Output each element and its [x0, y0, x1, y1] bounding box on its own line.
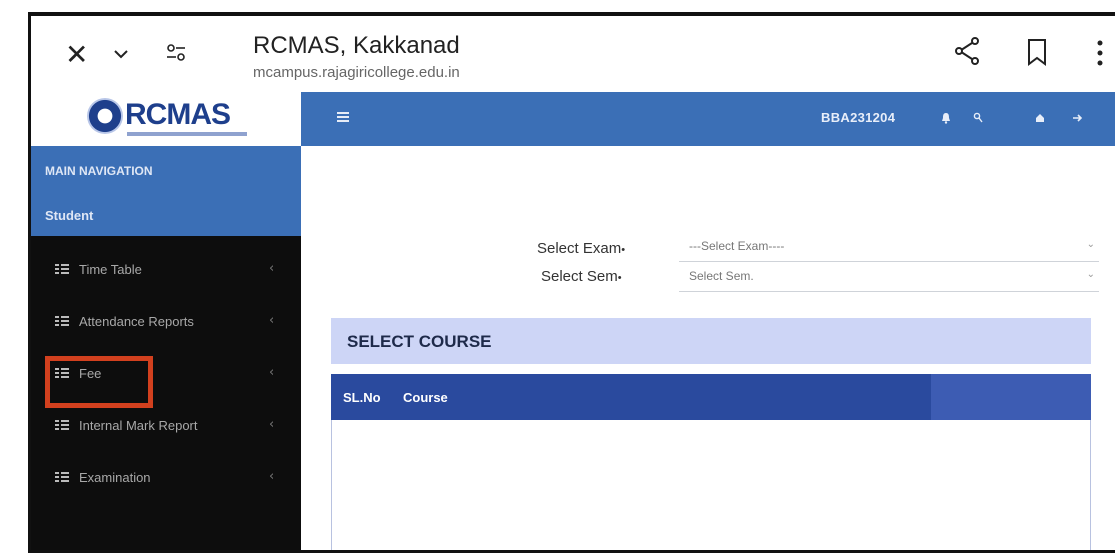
chevron-left-icon: ‹	[269, 313, 275, 328]
sidebar-item-examination[interactable]: Examination ‹	[31, 464, 301, 494]
sem-label: Select Sem•	[541, 268, 622, 285]
column-header-course[interactable]: Course	[403, 390, 448, 405]
column-header-sl-no[interactable]: SL.No	[343, 390, 381, 405]
chevron-down-icon[interactable]	[113, 46, 129, 62]
search-icon[interactable]	[973, 112, 983, 124]
logout-icon[interactable]	[1071, 112, 1083, 124]
page-title: RCMAS, Kakkanad	[253, 32, 460, 59]
home-icon[interactable]	[1035, 112, 1045, 124]
sidebar-section-student[interactable]: Student	[31, 188, 301, 236]
site-settings-icon[interactable]	[165, 42, 187, 64]
close-icon[interactable]: ✕	[65, 38, 88, 71]
college-emblem-icon	[87, 98, 123, 134]
grid-icon	[55, 264, 69, 276]
screenshot-frame: ✕ RCMAS, Kakkanad mcampus.rajagiricolleg…	[28, 12, 1115, 553]
exam-select[interactable]: ---Select Exam---- ⌄	[679, 234, 1099, 262]
chevron-left-icon: ‹	[269, 261, 275, 276]
logo-tagline	[127, 132, 247, 136]
chevron-left-icon: ‹	[269, 417, 275, 432]
sidebar: RCMAS MAIN NAVIGATION Student Time Table…	[31, 92, 301, 550]
course-table-header: SL.No Course	[331, 374, 1091, 420]
exam-select-value: ---Select Exam----	[689, 239, 785, 253]
chevron-left-icon: ‹	[269, 365, 275, 380]
sem-select[interactable]: Select Sem. ⌄	[679, 264, 1099, 292]
sidebar-item-attendance-reports[interactable]: Attendance Reports ‹	[31, 308, 301, 338]
chevron-down-icon: ⌄	[1086, 269, 1095, 280]
exam-label: Select Exam•	[537, 240, 626, 257]
main-navigation-header: MAIN NAVIGATION	[31, 146, 301, 188]
bell-icon[interactable]	[941, 112, 951, 124]
sidebar-item-label: Attendance Reports	[79, 314, 194, 329]
select-course-header: SELECT COURSE	[331, 318, 1091, 364]
chevron-down-icon: ⌄	[1086, 239, 1095, 250]
sidebar-item-time-table[interactable]: Time Table ‹	[31, 256, 301, 286]
browser-toolbar: ✕ RCMAS, Kakkanad mcampus.rajagiricolleg…	[31, 16, 1115, 92]
fee-highlight-annotation	[45, 356, 153, 408]
sidebar-item-label: Time Table	[79, 262, 142, 277]
user-id: BBA231204	[821, 110, 896, 125]
sidebar-item-label: Internal Mark Report	[79, 418, 198, 433]
logo-text: RCMAS	[125, 98, 231, 131]
logo[interactable]: RCMAS	[31, 92, 301, 146]
course-table-body	[331, 420, 1091, 550]
grid-icon	[55, 316, 69, 328]
grid-icon	[55, 472, 69, 484]
sidebar-item-internal-mark-report[interactable]: Internal Mark Report ‹	[31, 412, 301, 442]
sidebar-item-label: Examination	[79, 470, 151, 485]
app-header: BBA231204	[301, 92, 1115, 146]
page-url[interactable]: mcampus.rajagiricollege.edu.in	[253, 64, 460, 81]
chevron-left-icon: ‹	[269, 469, 275, 484]
sem-select-value: Select Sem.	[689, 269, 754, 283]
more-options-icon[interactable]	[1095, 38, 1105, 68]
main-content: Select Exam• ---Select Exam---- ⌄ Select…	[301, 146, 1115, 550]
menu-icon[interactable]	[337, 112, 349, 122]
bookmark-icon[interactable]	[1025, 38, 1049, 66]
grid-icon	[55, 420, 69, 432]
share-icon[interactable]	[953, 36, 981, 66]
